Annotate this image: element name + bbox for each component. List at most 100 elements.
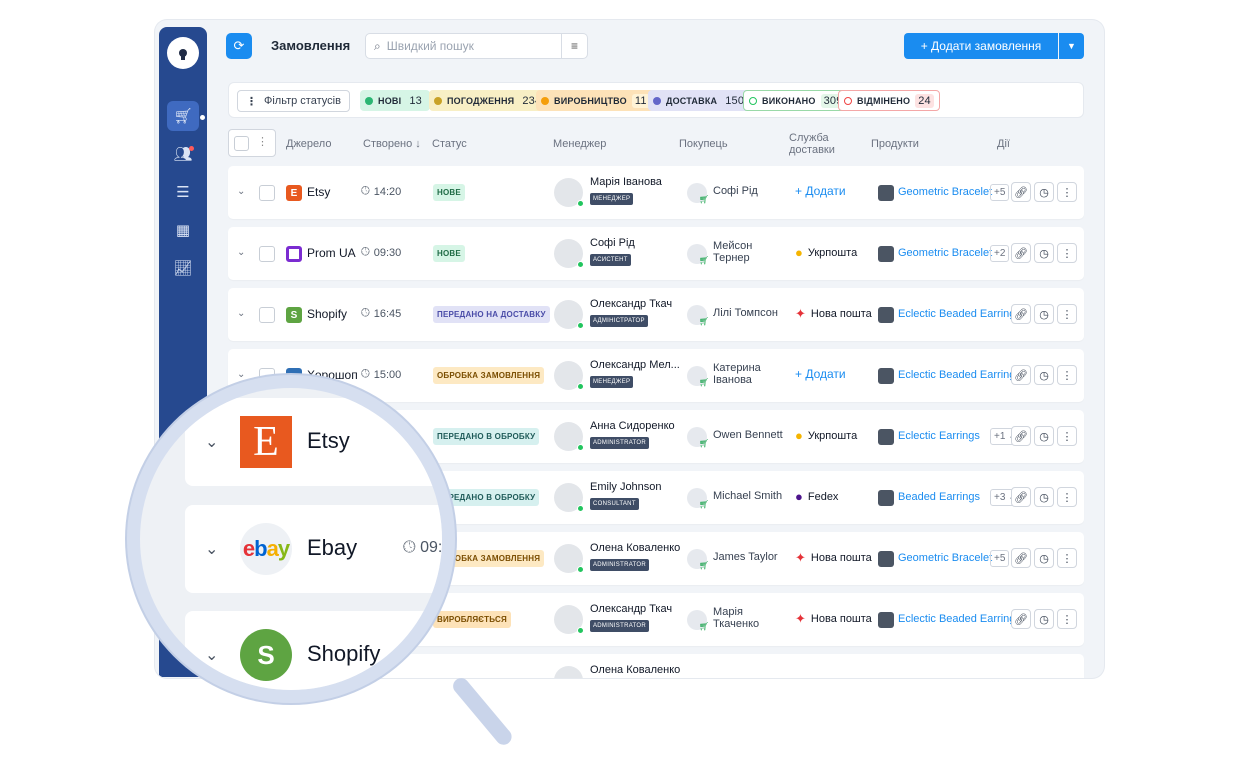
status-badge[interactable]: ПЕРЕДАНО В ОБРОБКУ xyxy=(433,428,540,445)
link-icon[interactable]: 🔗︎ xyxy=(1011,365,1031,385)
chip-cancelled[interactable]: ВІДМІНЕНО 24 xyxy=(838,90,940,111)
buyer-name[interactable]: James Taylor xyxy=(713,551,778,563)
buyer-name[interactable]: Марія Ткаченко xyxy=(713,606,759,630)
buyer-name[interactable]: Мейсон Тернер xyxy=(713,240,752,264)
history-icon[interactable]: ◷ xyxy=(1034,365,1054,385)
history-icon[interactable]: ◷ xyxy=(1034,426,1054,446)
col-delivery[interactable]: Служба доставки xyxy=(789,126,835,162)
product-link[interactable]: Geometric Bracelet xyxy=(898,552,992,564)
product-link[interactable]: Eclectic Earrings xyxy=(898,430,980,442)
product-link[interactable]: Geometric Bracelet xyxy=(898,186,992,198)
table-row[interactable]: ⌄ E Etsy 🕓︎ 14:20 НОВЕ Марія Іванова МЕНЕДЖЕР 🛒︎… xyxy=(228,166,1084,219)
expand-row-icon[interactable]: ⌄ xyxy=(237,186,245,197)
product-link[interactable]: Eclectic Beaded Earrings xyxy=(898,308,1021,320)
more-products-badge[interactable]: +2 xyxy=(990,245,1010,262)
link-icon[interactable]: 🔗︎ xyxy=(1011,548,1031,568)
app-logo[interactable] xyxy=(167,37,199,69)
more-actions-icon[interactable]: ⋮ xyxy=(1057,548,1077,568)
status-badge[interactable]: НОВЕ xyxy=(433,184,465,201)
chevron-down-icon: ⌄ xyxy=(205,647,219,664)
product-link[interactable]: Beaded Earrings xyxy=(898,491,980,503)
buyer-name[interactable]: Michael Smith xyxy=(713,490,782,502)
row-checkbox[interactable] xyxy=(259,307,275,323)
row-checkbox[interactable] xyxy=(259,368,275,384)
buyer-name[interactable]: Owen Bennett xyxy=(713,429,783,441)
chip-new[interactable]: НОВІ 13 xyxy=(360,90,430,111)
link-icon[interactable]: 🔗︎ xyxy=(1011,243,1031,263)
chip-done[interactable]: ВИКОНАНО 309 xyxy=(743,90,852,111)
checklist-icon[interactable]: ☰ xyxy=(167,177,199,207)
cart-icon[interactable]: 🛒︎ xyxy=(167,101,199,131)
status-badge[interactable]: НОВЕ xyxy=(433,245,465,262)
add-delivery-link[interactable]: + Додати xyxy=(795,367,846,381)
filter-button[interactable]: ≡ xyxy=(562,33,588,59)
row-checkbox[interactable] xyxy=(259,246,275,262)
analytics-icon[interactable]: 📈︎ xyxy=(167,253,199,283)
table-header: ⋮ Джерело Створено ↓ Статус Менеджер Пок… xyxy=(228,126,1084,162)
product-thumbnail xyxy=(878,551,894,567)
boxes-icon[interactable]: ▦ xyxy=(167,215,199,245)
history-icon[interactable]: ◷ xyxy=(1034,609,1054,629)
more-actions-icon[interactable]: ⋮ xyxy=(1057,426,1077,446)
product-link[interactable]: Eclectic Beaded Earrings xyxy=(898,369,1021,381)
more-actions-icon[interactable]: ⋮ xyxy=(1057,243,1077,263)
refresh-button[interactable]: ⟳ xyxy=(226,33,252,59)
buyer-name[interactable]: Лілі Томпсон xyxy=(713,307,778,319)
status-badge[interactable]: ВИРОБЛЯЄТЬСЯ xyxy=(433,611,511,628)
expand-row-icon[interactable]: ⌄ xyxy=(237,369,245,380)
table-row[interactable]: ⌄ Хорошоп 🕓︎ 15:00 ОБРОБКА ЗАМОВЛЕННЯ Олексан… xyxy=(228,349,1084,402)
expand-row-icon[interactable]: ⌄ xyxy=(237,247,245,258)
product-link[interactable]: Eclectic Beaded Earrings xyxy=(898,613,1021,625)
avatar xyxy=(554,544,584,573)
link-icon[interactable]: 🔗︎ xyxy=(1011,304,1031,324)
users-icon[interactable]: 👥︎ xyxy=(167,139,199,169)
add-delivery-link[interactable]: + Додати xyxy=(795,184,846,198)
more-actions-icon[interactable]: ⋮ xyxy=(1057,365,1077,385)
more-products-badge[interactable]: +5 xyxy=(990,184,1010,201)
history-icon[interactable]: ◷ xyxy=(1034,304,1054,324)
history-icon[interactable]: ◷ xyxy=(1034,548,1054,568)
avatar xyxy=(554,300,584,329)
link-icon[interactable]: 🔗︎ xyxy=(1011,182,1031,202)
col-created[interactable]: Створено ↓ xyxy=(363,126,421,162)
status-badge[interactable]: ПЕРЕДАНО В ОБРОБКУ xyxy=(433,489,540,506)
product-link[interactable]: Geometric Bracelet xyxy=(898,247,992,259)
col-buyer[interactable]: Покупець xyxy=(679,126,728,162)
table-row[interactable]: ⌄ S Shopify 🕓︎ 16:45 ПЕРЕДАНО НА ДОСТАВКУ Олек… xyxy=(228,288,1084,341)
history-icon[interactable]: ◷ xyxy=(1034,487,1054,507)
history-icon[interactable]: ◷ xyxy=(1034,243,1054,263)
row-checkbox[interactable] xyxy=(259,185,275,201)
status-badge[interactable]: ОБРОБКА ЗАМОВЛЕННЯ xyxy=(433,550,545,567)
select-all-checkbox[interactable] xyxy=(234,136,249,151)
chip-approval[interactable]: ПОГОДЖЕННЯ 234 xyxy=(429,90,550,111)
buyer-name[interactable]: Софі Рід xyxy=(713,185,758,197)
history-icon[interactable]: ◷ xyxy=(1034,182,1054,202)
more-actions-icon[interactable]: ⋮ xyxy=(1057,609,1077,629)
expand-row-icon[interactable]: ⌄ xyxy=(237,308,245,319)
add-order-dropdown[interactable]: ▼ xyxy=(1059,33,1084,59)
col-products[interactable]: Продукти xyxy=(871,126,919,162)
chip-production[interactable]: ВИРОБНИЦТВО 11 xyxy=(536,90,655,111)
shopify-logo-icon: S xyxy=(240,629,292,681)
link-icon[interactable]: 🔗︎ xyxy=(1011,609,1031,629)
more-products-badge[interactable]: +5 xyxy=(990,550,1010,567)
link-icon[interactable]: 🔗︎ xyxy=(1011,487,1031,507)
select-all-control[interactable]: ⋮ xyxy=(228,129,276,157)
table-row[interactable]: ⌄ Prom UA 🕓︎ 09:30 НОВЕ Софі Рід АСИСТЕНТ 🛒︎ Мей… xyxy=(228,227,1084,280)
status-badge[interactable]: ОБРОБКА ЗАМОВЛЕННЯ xyxy=(433,367,545,384)
search-input[interactable]: ⌕ Швидкий пошук xyxy=(365,33,562,59)
add-order-button[interactable]: + Додати замовлення xyxy=(904,33,1058,59)
more-actions-icon[interactable]: ⋮ xyxy=(1057,304,1077,324)
buyer-name[interactable]: Катерина Іванова xyxy=(713,362,761,386)
chip-delivery[interactable]: ДОСТАВКА 150 xyxy=(648,90,753,111)
more-actions-icon[interactable]: ⋮ xyxy=(1057,182,1077,202)
delivery-service: ✦ Нова пошта xyxy=(795,611,872,627)
col-status[interactable]: Статус xyxy=(432,126,467,162)
status-filter-button[interactable]: ⋮ Фільтр статусів xyxy=(237,90,350,112)
kebab-icon[interactable]: ⋮ xyxy=(257,135,268,148)
link-icon[interactable]: 🔗︎ xyxy=(1011,426,1031,446)
more-actions-icon[interactable]: ⋮ xyxy=(1057,487,1077,507)
col-manager[interactable]: Менеджер xyxy=(553,126,606,162)
col-source[interactable]: Джерело xyxy=(286,126,331,162)
status-badge[interactable]: ПЕРЕДАНО НА ДОСТАВКУ xyxy=(433,306,550,323)
